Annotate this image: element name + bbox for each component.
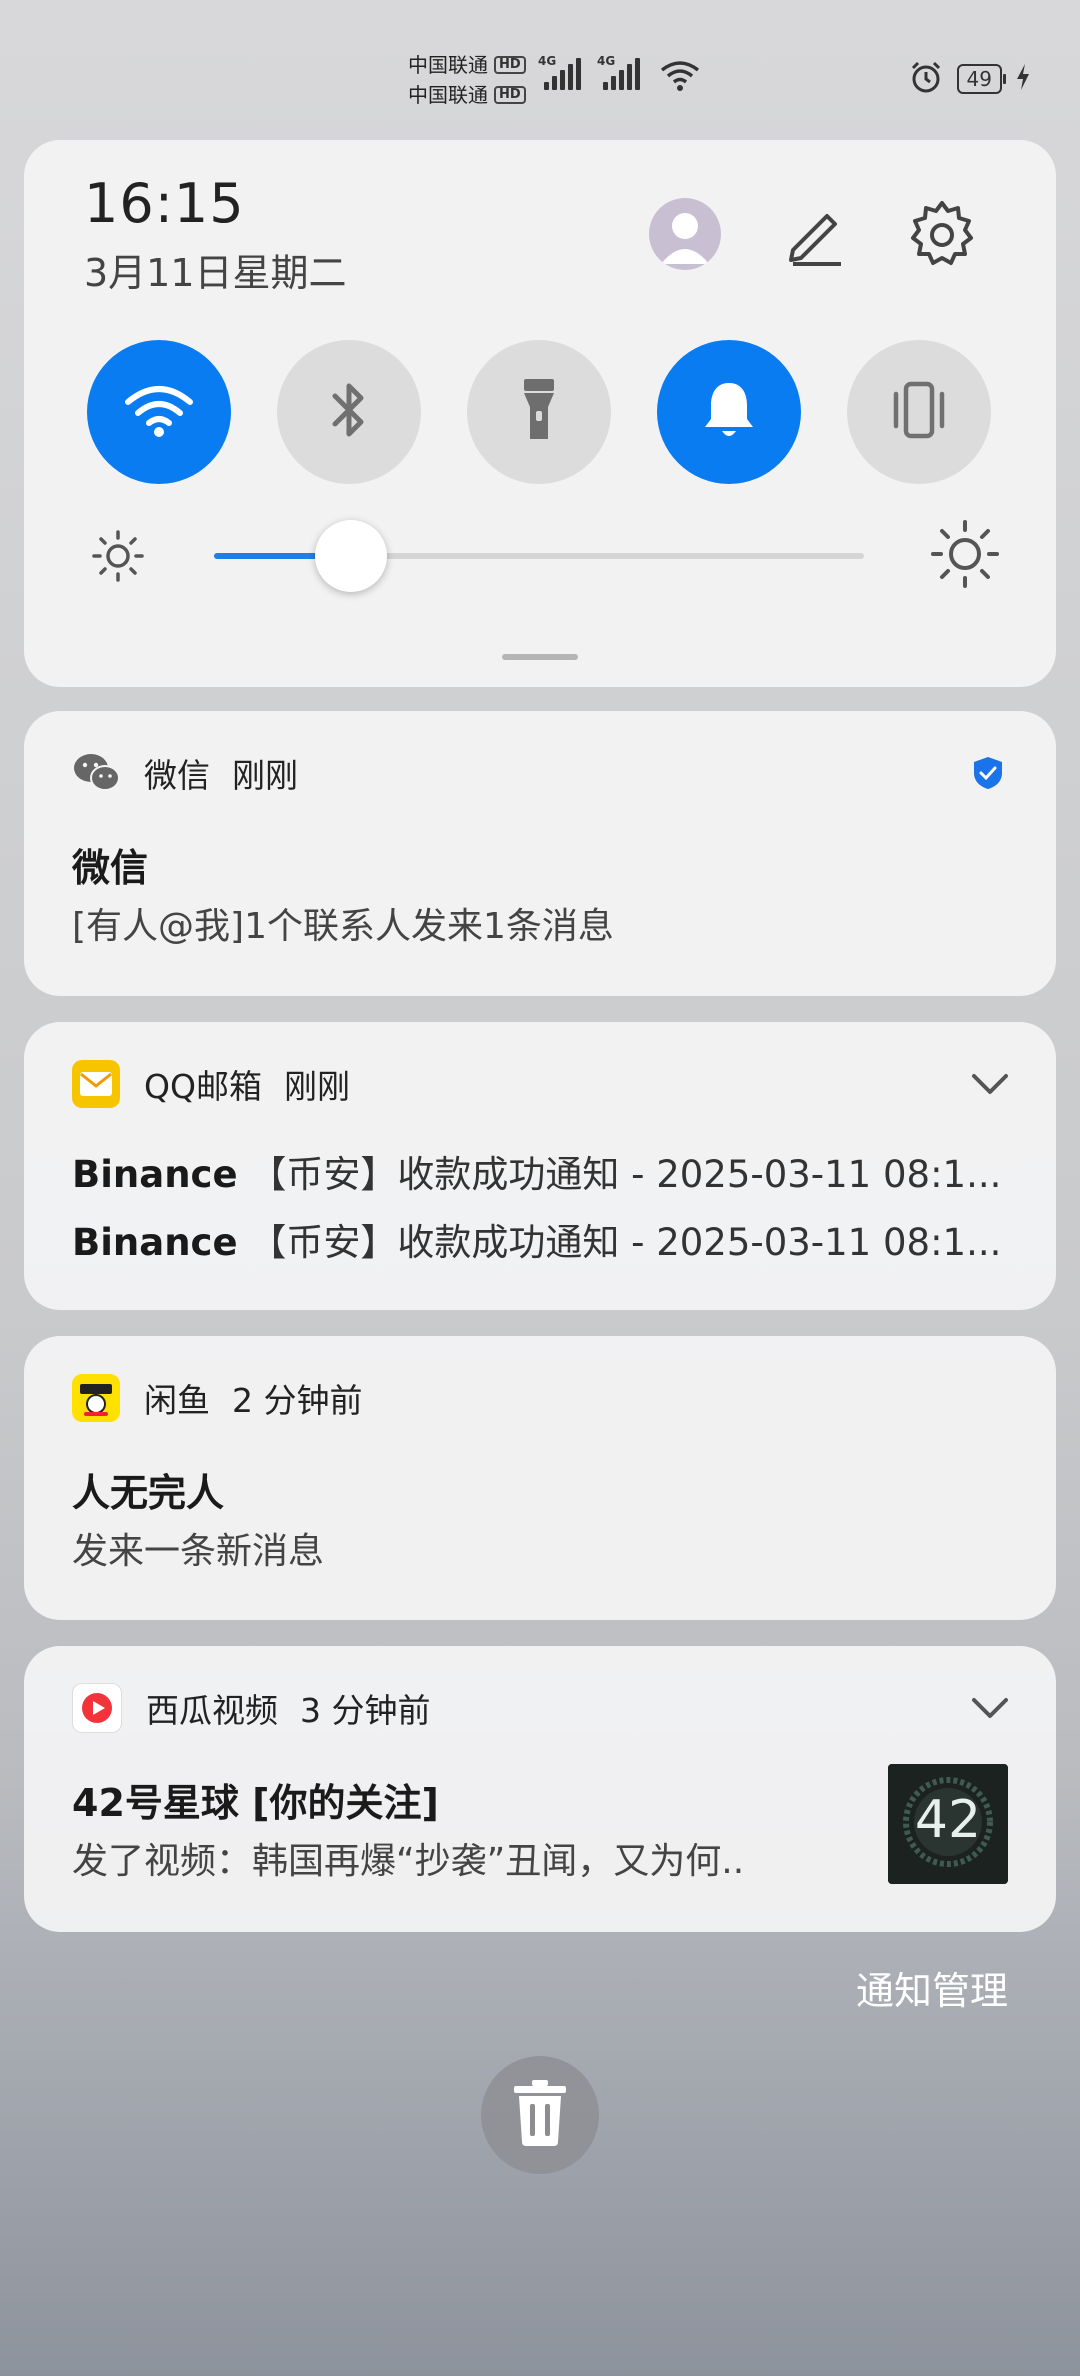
brightness-low-icon <box>90 528 146 588</box>
brightness-slider-thumb[interactable] <box>314 520 387 592</box>
notification-time: 刚刚 <box>283 1067 350 1106</box>
app-name: 闲鱼 <box>144 1381 210 1420</box>
notification-title: 人无完人 <box>72 1471 225 1515</box>
mail-subject: 【币安】收款成功通知 - 2025-03-11 08:1... <box>249 1221 1002 1264</box>
clock-date: 3月11日星期二 <box>84 251 347 295</box>
avatar[interactable] <box>649 198 721 270</box>
trash-icon <box>510 2080 570 2150</box>
gear-icon[interactable] <box>904 195 980 271</box>
chevron-down-icon[interactable] <box>968 1686 1012 1730</box>
alarm-icon <box>909 60 943 98</box>
video-thumbnail[interactable]: 42 <box>888 1764 1008 1884</box>
app-name: QQ邮箱 <box>144 1067 262 1106</box>
notification-title: 42号星球 [你的关注] <box>72 1781 439 1825</box>
notification-time: 2 分钟前 <box>232 1381 363 1420</box>
notification-card-xigua[interactable]: 西瓜视频 3 分钟前 42号星球 [你的关注] 发了视频：韩国再爆“抄袭”丑闻，… <box>24 1646 1056 1932</box>
notification-body: [有人@我]1个联系人发来1条消息 <box>72 906 614 947</box>
notification-body: 发来一条新消息 <box>72 1531 325 1572</box>
hd-badge: HD <box>494 56 526 74</box>
flashlight-toggle[interactable] <box>467 340 611 484</box>
battery-indicator: 49 <box>956 64 1007 94</box>
notification-manage-link[interactable]: 通知管理 <box>856 1960 1008 2015</box>
clear-all-button[interactable] <box>481 2056 599 2174</box>
edit-icon[interactable] <box>779 198 851 270</box>
quick-settings-panel: 16:15 3月11日星期二 <box>24 140 1056 687</box>
carrier-info: 中国联通 HD 中国联通 HD <box>408 50 526 110</box>
qqmail-icon <box>72 1060 120 1108</box>
notification-time: 3 分钟前 <box>300 1691 431 1730</box>
notification-card-wechat[interactable]: 微信 刚刚 微信 [有人@我]1个联系人发来1条消息 <box>24 711 1056 996</box>
drag-handle[interactable] <box>502 654 578 660</box>
chevron-down-icon[interactable] <box>968 1062 1012 1106</box>
charging-icon <box>1016 64 1030 94</box>
mail-sender: Binance <box>72 1221 238 1264</box>
carrier-name: 中国联通 <box>408 83 488 107</box>
xianyu-icon <box>72 1374 120 1422</box>
notification-card-xianyu[interactable]: 闲鱼 2 分钟前 人无完人 发来一条新消息 <box>24 1336 1056 1620</box>
brightness-slider[interactable] <box>214 553 864 559</box>
sound-toggle[interactable] <box>657 340 801 484</box>
bluetooth-toggle[interactable] <box>277 340 421 484</box>
bell-icon <box>699 377 759 447</box>
toggle-row <box>87 340 993 484</box>
notification-body: 发了视频：韩国再爆“抄袭”丑闻，又为何.. <box>72 1841 745 1882</box>
brightness-control <box>24 510 1056 600</box>
mail-sender: Binance <box>72 1153 238 1196</box>
signal-icon: 4G <box>538 54 581 90</box>
signal-icon: 4G <box>597 54 640 90</box>
mail-subject: 【币安】收款成功通知 - 2025-03-11 08:1... <box>249 1153 1002 1196</box>
status-bar: 中国联通 HD 中国联通 HD 4G 4G 49 <box>0 0 1080 120</box>
hd-badge: HD <box>494 86 526 104</box>
bluetooth-icon <box>329 378 369 446</box>
brightness-high-icon <box>929 518 1001 594</box>
app-name: 西瓜视频 <box>146 1691 278 1730</box>
vibrate-toggle[interactable] <box>847 340 991 484</box>
wifi-icon <box>124 382 194 442</box>
app-name: 微信 <box>144 756 210 795</box>
xigua-icon <box>72 1683 122 1733</box>
flashlight-icon <box>521 377 557 447</box>
notification-card-qqmail[interactable]: QQ邮箱 刚刚 Binance 【币安】收款成功通知 - 2025-03-11 … <box>24 1022 1056 1310</box>
mail-line: Binance 【币安】收款成功通知 - 2025-03-11 08:1... <box>72 1212 1032 1266</box>
carrier-name: 中国联通 <box>408 53 488 77</box>
notification-title: 微信 <box>72 846 149 890</box>
vibrate-icon <box>886 380 952 444</box>
wechat-icon <box>72 749 120 797</box>
mail-line: Binance 【币安】收款成功通知 - 2025-03-11 08:1... <box>72 1144 1032 1198</box>
wifi-toggle[interactable] <box>87 340 231 484</box>
notification-time: 刚刚 <box>232 756 298 795</box>
clock-time: 16:15 <box>84 172 245 235</box>
thumbnail-text: 42 <box>914 1790 982 1850</box>
wifi-status-icon <box>660 60 700 96</box>
verified-shield-icon <box>972 755 1004 795</box>
